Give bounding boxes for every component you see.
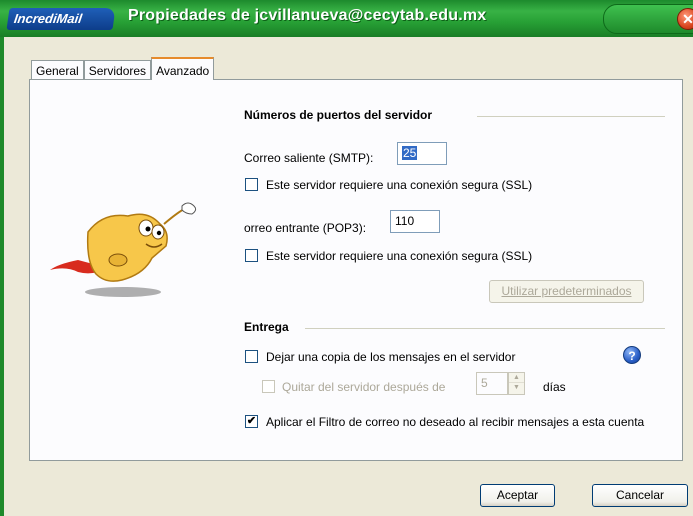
ok-button[interactable]: Aceptar xyxy=(480,484,555,507)
ports-divider xyxy=(477,116,665,117)
tab-avanzado[interactable]: Avanzado xyxy=(151,57,215,80)
spinner-up-icon[interactable]: ▲ xyxy=(509,373,524,383)
pop3-port-input[interactable]: 110 xyxy=(390,210,440,233)
tab-strip: General Servidores Avanzado xyxy=(31,57,215,80)
help-icon[interactable]: ? xyxy=(623,346,641,364)
remove-after-label: Quitar del servidor después de xyxy=(282,380,446,394)
use-defaults-label: Utilizar predeterminados xyxy=(501,284,632,298)
mascot-shadow xyxy=(85,287,161,297)
smtp-ssl-checkbox[interactable] xyxy=(245,178,258,191)
smtp-label: Correo saliente (SMTP): xyxy=(244,151,374,165)
pop3-ssl-checkbox[interactable] xyxy=(245,249,258,262)
tab-servidores[interactable]: Servidores xyxy=(83,60,152,80)
ports-heading: Números de puertos del servidor xyxy=(244,108,433,122)
mascot-illustration xyxy=(50,202,197,297)
close-icon: ✕ xyxy=(682,11,693,27)
remove-after-checkbox[interactable] xyxy=(262,380,275,393)
close-button[interactable]: ✕ xyxy=(677,8,693,30)
days-spinner[interactable]: ▲ ▼ xyxy=(508,372,525,395)
smtp-port-input[interactable]: 25 xyxy=(397,142,447,165)
incredimail-logo: IncrediMail xyxy=(6,8,116,30)
days-label: días xyxy=(543,380,566,394)
pop3-port-value: 110 xyxy=(395,214,415,228)
remove-after-days-input[interactable]: 5 xyxy=(476,372,508,395)
pop3-label: orreo entrante (POP3): xyxy=(244,221,367,235)
delivery-divider xyxy=(305,328,665,329)
delivery-heading: Entrega xyxy=(244,320,289,334)
window-title: Propiedades de jcvillanueva@cecytab.edu.… xyxy=(128,7,487,24)
title-bar: IncrediMail Propiedades de jcvillanueva@… xyxy=(0,0,693,37)
cancel-button[interactable]: Cancelar xyxy=(592,484,688,507)
spinner-down-icon[interactable]: ▼ xyxy=(509,383,524,393)
smtp-port-value: 25 xyxy=(402,146,418,160)
window-frame-left xyxy=(0,37,4,516)
mascot-hand xyxy=(181,202,197,215)
junk-filter-checkbox[interactable]: ✔ xyxy=(245,415,258,428)
keep-copy-label: Dejar una copia de los mensajes en el se… xyxy=(266,350,516,364)
pop3-ssl-label: Este servidor requiere una conexión segu… xyxy=(266,249,533,263)
remove-after-days-value: 5 xyxy=(481,376,488,390)
smtp-ssl-label: Este servidor requiere una conexión segu… xyxy=(266,178,533,192)
junk-filter-label: Aplicar el Filtro de correo no deseado a… xyxy=(266,415,645,429)
tab-general[interactable]: General xyxy=(31,60,84,80)
tab-panel-avanzado: Números de puertos del servidor Correo s… xyxy=(29,79,683,461)
mascot-badge xyxy=(108,253,128,267)
keep-copy-checkbox[interactable] xyxy=(245,350,258,363)
use-defaults-button[interactable]: Utilizar predeterminados xyxy=(489,280,644,303)
